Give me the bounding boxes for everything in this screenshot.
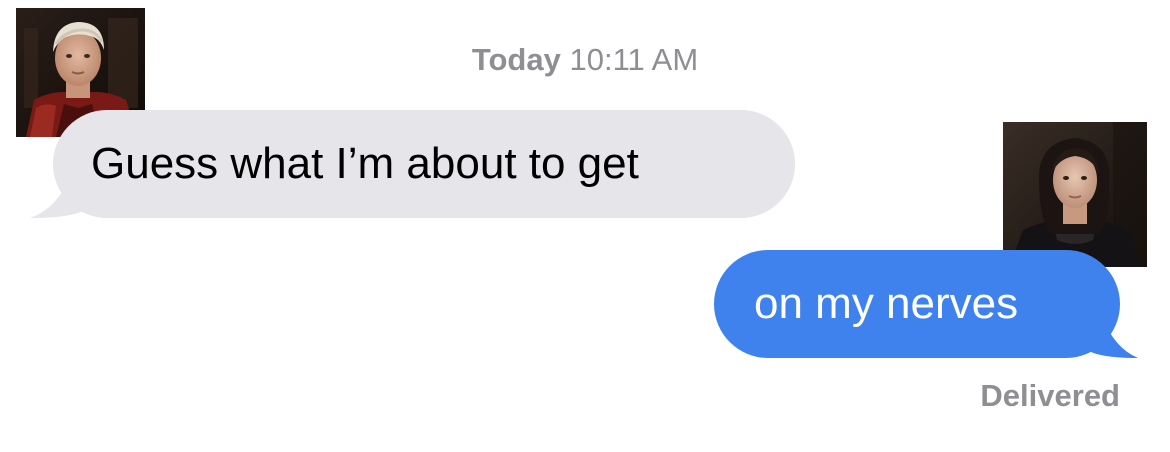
message-timestamp: Today 10:11 AM <box>0 40 1170 80</box>
avatar-photo-woman-icon <box>1003 122 1147 267</box>
timestamp-time: 10:11 AM <box>569 42 699 77</box>
incoming-message-text: Guess what I’m about to get <box>91 139 639 188</box>
outgoing-message-bubble[interactable]: on my nerves <box>714 250 1120 358</box>
incoming-message-bubble[interactable]: Guess what I’m about to get <box>53 110 795 218</box>
outgoing-message-text: on my nerves <box>754 279 1019 328</box>
delivery-status: Delivered <box>980 378 1120 413</box>
avatar-right <box>1003 122 1147 267</box>
timestamp-day: Today <box>471 42 561 77</box>
